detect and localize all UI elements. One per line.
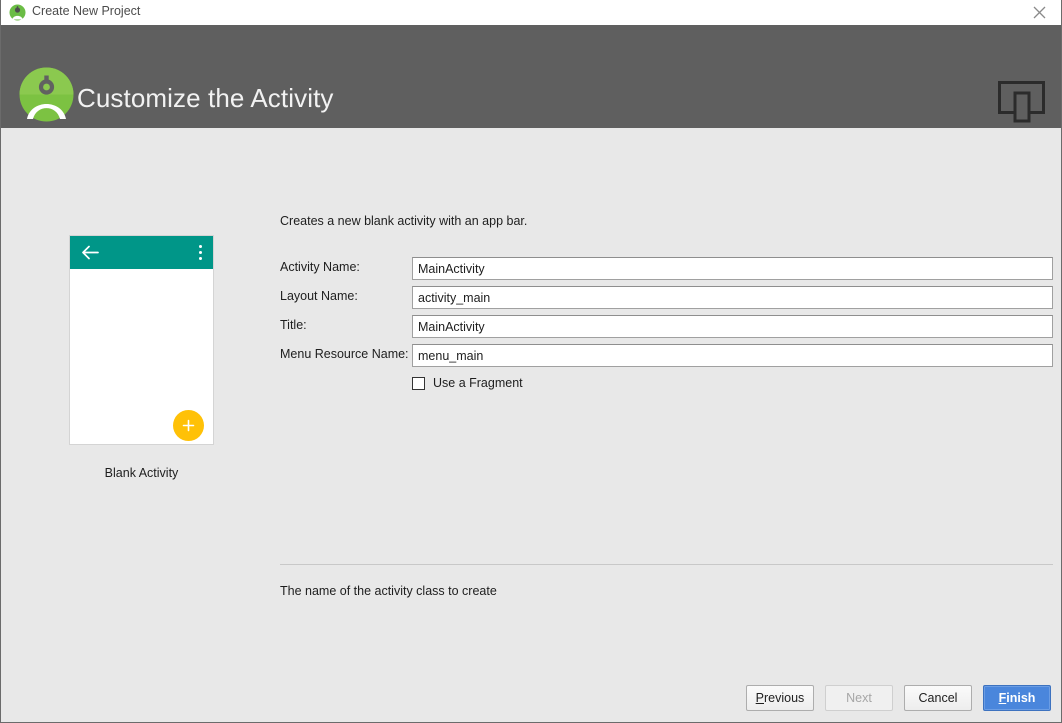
finish-button-mnemonic: F [999,691,1007,705]
finish-button-label: inish [1006,691,1035,705]
window-titlebar: Create New Project [1,0,1061,26]
android-studio-logo [19,67,74,122]
window-title: Create New Project [32,4,140,18]
label-menu-resource-name: Menu Resource Name: [280,347,409,361]
content-separator [280,564,1053,565]
menu-resource-name-input[interactable] [412,344,1053,367]
use-fragment-checkbox[interactable] [412,377,425,390]
page-title: Customize the Activity [77,83,334,114]
cancel-button-label: Cancel [919,691,958,705]
use-fragment-label: Use a Fragment [433,376,523,390]
field-help-text: The name of the activity class to create [280,584,497,598]
field-row-layout-name: Layout Name: [280,286,1053,309]
next-button[interactable]: Next [825,685,893,711]
previous-button-mnemonic: P [756,691,764,705]
back-arrow-icon [81,244,99,261]
label-title: Title: [280,318,307,332]
phone-preview-frame [69,235,214,445]
field-row-activity-name: Activity Name: [280,257,1053,280]
previous-button-label: revious [764,691,804,705]
close-icon[interactable] [1017,0,1061,24]
android-studio-icon [9,4,26,21]
dialog-header: Customize the Activity [1,25,1061,128]
title-input[interactable] [412,315,1053,338]
label-activity-name: Activity Name: [280,260,360,274]
field-row-title: Title: [280,315,1053,338]
cancel-button[interactable]: Cancel [904,685,972,711]
floating-action-button [173,410,204,441]
previous-button[interactable]: Previous [746,685,814,711]
next-button-label: Next [846,691,872,705]
preview-app-bar [70,236,213,269]
create-new-project-dialog: Create New Project Customize the Activit… [0,0,1062,723]
overflow-menu-icon [199,245,203,261]
plus-icon [182,419,195,432]
dialog-content: Blank Activity Creates a new blank activ… [1,128,1061,722]
use-fragment-row[interactable]: Use a Fragment [412,376,523,390]
layout-name-input[interactable] [412,286,1053,309]
finish-button[interactable]: Finish [983,685,1051,711]
activity-preview: Blank Activity [69,235,214,480]
label-layout-name: Layout Name: [280,289,358,303]
preview-caption: Blank Activity [69,466,214,480]
activity-name-input[interactable] [412,257,1053,280]
dialog-button-bar: Previous Next Cancel Finish [746,685,1051,711]
template-description: Creates a new blank activity with an app… [280,214,527,228]
device-preview-icon [998,81,1045,123]
field-row-menu-resource-name: Menu Resource Name: [280,344,1053,367]
